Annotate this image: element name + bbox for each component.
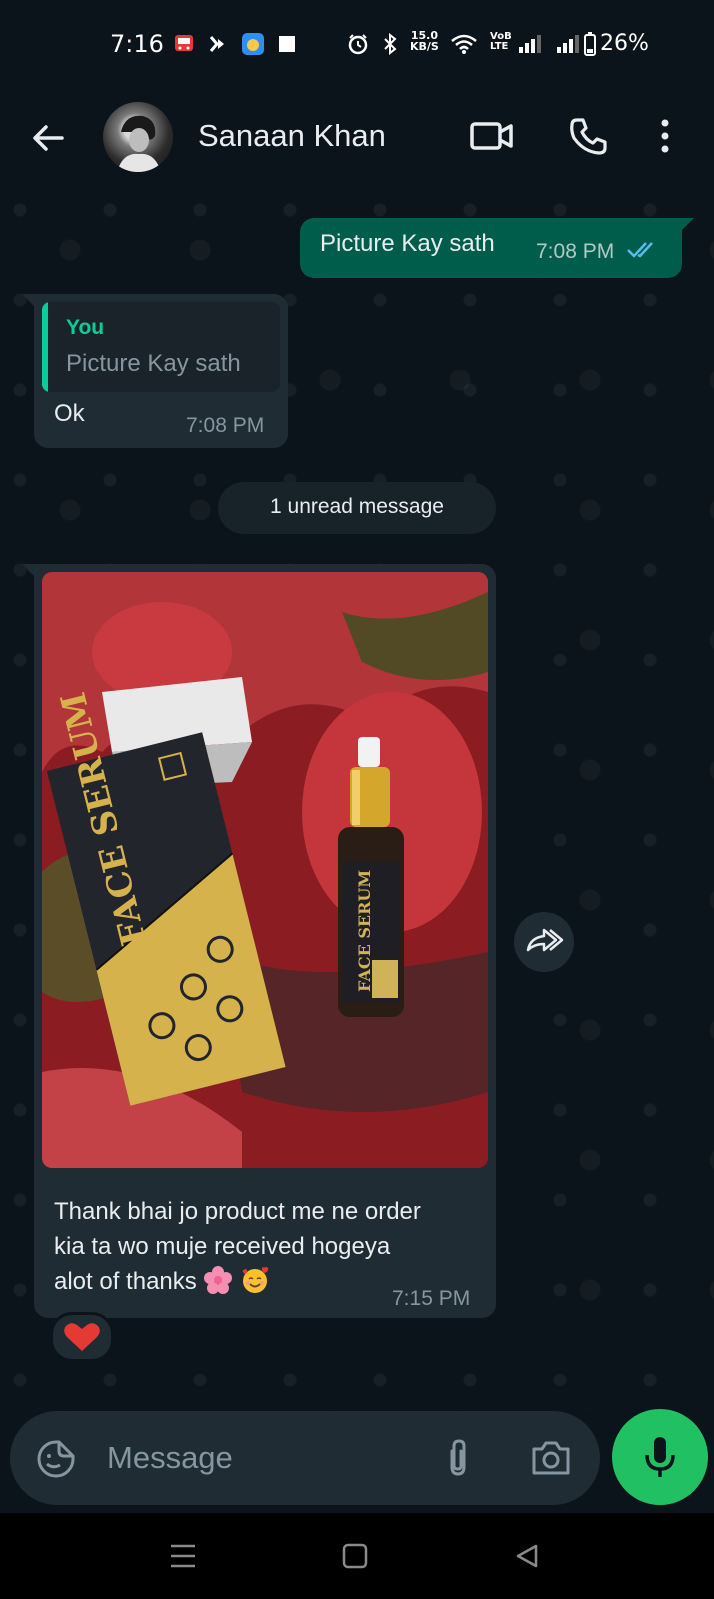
outgoing-message[interactable]: Picture Kay sath 7:08 PM [300,218,694,278]
volte-badge-bottom: LTE [490,41,509,52]
status-time: 7:16 [110,30,164,58]
back-arrow-icon[interactable] [28,118,68,158]
screen-record-icon [276,32,298,56]
incoming-photo-message[interactable]: FACE SERUM FACE SERUM Thank bhai jo prod… [22,564,496,1318]
video-call-icon[interactable] [470,118,514,154]
message-time: 7:08 PM [186,414,265,437]
wifi-icon [450,32,478,56]
camera-icon[interactable] [530,1439,572,1477]
signal-sim1-icon [518,32,544,56]
battery-icon [584,32,596,56]
bottle-label: FACE SERUM [355,870,374,992]
recent-apps-icon[interactable] [168,1543,198,1569]
network-speed-unit: KB/S [410,40,439,53]
message-time: 7:08 PM [536,240,615,263]
caption-line-2: kia ta wo muje received hogeya [54,1233,391,1260]
cherry-blossom-emoji-icon [203,1265,233,1295]
volte-badge: VoB LTE [490,32,512,52]
double-tick-read-icon [626,238,660,262]
network-speed: 15.0 KB/S [410,30,439,52]
chat-header: Sanaan Khan [0,90,714,190]
battery-percent: 26% [600,31,649,56]
microphone-icon [645,1437,675,1477]
more-options-icon[interactable] [655,116,675,156]
quote-author: You [66,316,105,339]
contact-name[interactable]: Sanaan Khan [198,118,386,154]
paperclip-attach-icon[interactable] [440,1437,476,1479]
weather-app-icon [240,32,266,56]
unread-divider-text: 1 unread message [270,495,444,518]
message-input[interactable] [105,1437,409,1479]
alarm-icon [346,32,370,56]
message-time: 7:15 PM [392,1287,471,1310]
bluetooth-icon [378,32,402,56]
unread-divider: 1 unread message [218,482,496,534]
emoji-sticker-icon[interactable] [36,1439,76,1479]
forward-button[interactable] [514,912,574,972]
cast-app-icon [206,32,230,56]
transit-app-icon [172,32,196,56]
smiling-face-with-hearts-emoji-icon [240,1265,270,1295]
caption-line-3: alot of thanks [54,1268,197,1295]
contact-avatar[interactable] [103,102,173,172]
heart-reaction[interactable] [50,1312,114,1362]
message-composer [10,1411,600,1505]
signal-sim2-icon [556,32,582,56]
message-text: Ok [54,400,85,427]
voice-call-icon[interactable] [568,116,608,156]
message-text: Picture Kay sath [320,230,495,257]
nav-back-icon[interactable] [512,1541,542,1571]
system-navigation-bar [0,1513,714,1599]
product-photo[interactable]: FACE SERUM FACE SERUM [42,572,488,1168]
home-icon[interactable] [340,1541,370,1571]
chat-area[interactable]: Picture Kay sath 7:08 PM You Picture Kay… [0,190,714,1410]
quote-text: Picture Kay sath [66,350,241,377]
photo-caption: Thank bhai jo product me ne order kia ta… [54,1194,484,1299]
mic-button[interactable] [612,1409,708,1505]
quote-accent-bar [42,302,48,392]
status-bar: 7:16 15.0 KB/S VoB LTE 26% [0,0,714,90]
quoted-message[interactable]: You Picture Kay sath [42,302,280,392]
caption-line-1: Thank bhai jo product me ne order [54,1198,421,1225]
heart-icon [64,1323,100,1351]
incoming-reply-message[interactable]: You Picture Kay sath Ok 7:08 PM [22,294,288,448]
